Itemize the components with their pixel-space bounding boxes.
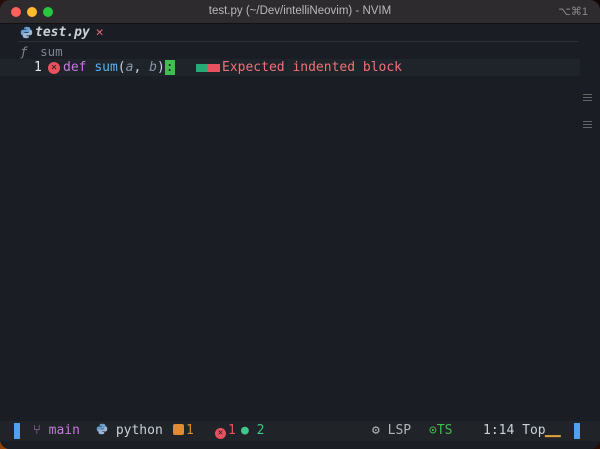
- tab-test-py[interactable]: test.py ✕: [20, 25, 104, 40]
- scroll-mark: [583, 124, 592, 125]
- nvim-window: test.py (~/Dev/intelliNeovim) - NVIM ⌥⌘1…: [0, 0, 600, 449]
- comma: ,: [133, 60, 150, 75]
- window-shortcut: ⌥⌘1: [558, 6, 588, 18]
- cursor: :: [164, 60, 175, 75]
- position-label: 1:14: [483, 423, 515, 438]
- treesitter-label: TS: [436, 423, 453, 438]
- scroll-mark: [583, 127, 592, 128]
- code-line-1[interactable]: 1 ✕ def sum(a, b): Expected indented blo…: [0, 59, 580, 76]
- python-file-icon: [20, 26, 33, 39]
- tab-divider: [18, 41, 578, 42]
- treesitter-icon: ⊙: [429, 423, 437, 438]
- lsp-label: LSP: [387, 423, 412, 438]
- title-bar: test.py (~/Dev/intelliNeovim) - NVIM ⌥⌘1: [0, 0, 600, 24]
- command-line[interactable]: [0, 441, 600, 449]
- close-paren: ): [156, 60, 165, 75]
- diagnostic-message: Expected indented block: [222, 60, 403, 75]
- error-sign-icon: ✕: [48, 62, 60, 74]
- lsp-status[interactable]: ⚙ LSP: [372, 423, 411, 438]
- tab-label: test.py: [35, 25, 90, 40]
- statusline-left-edge: [14, 423, 20, 439]
- warning-icon: [173, 424, 184, 435]
- hint-count-label: 2: [256, 423, 265, 438]
- function-name: sum: [94, 60, 118, 75]
- line-number: 1: [34, 60, 42, 75]
- error-icon: ✕: [215, 428, 226, 439]
- gears-icon: ⚙: [372, 423, 380, 438]
- warning-count-label: 1: [186, 423, 194, 438]
- treesitter-status[interactable]: ⊙TS: [429, 423, 452, 438]
- param-b: b: [149, 60, 157, 75]
- git-branch[interactable]: ⑂ main: [33, 423, 80, 438]
- filetype[interactable]: python: [96, 423, 163, 438]
- python-icon: [96, 423, 108, 435]
- git-branch-icon: ⑂: [33, 423, 41, 438]
- scroll-mark: [583, 121, 592, 122]
- winbar-breadcrumb: ƒ sum: [20, 44, 63, 59]
- cursor-position: 1:14 Top: [483, 423, 546, 438]
- tabline: test.py ✕: [0, 24, 600, 42]
- function-symbol-icon: ƒ: [20, 44, 28, 59]
- scroll-mark: [583, 97, 592, 98]
- statusline-right-edge: [574, 423, 580, 439]
- sign-column: [0, 42, 10, 422]
- filetype-label: python: [115, 423, 163, 438]
- scrollbar[interactable]: [582, 84, 592, 164]
- breadcrumb-symbol[interactable]: sum: [40, 44, 63, 59]
- diagnostic-severity-bar: [196, 64, 220, 72]
- code-text[interactable]: def sum(a, b):: [63, 60, 175, 75]
- error-count[interactable]: ✕ 1: [215, 423, 236, 439]
- keyword-def: def: [63, 60, 87, 75]
- hint-count[interactable]: ● 2: [241, 423, 264, 438]
- tab-close-icon[interactable]: ✕: [96, 25, 104, 40]
- scroll-indicator: ▁▁: [545, 423, 561, 438]
- open-paren: (: [117, 60, 126, 75]
- warning-count[interactable]: 1: [173, 423, 194, 438]
- lightbulb-icon: ●: [241, 423, 249, 438]
- error-count-label: 1: [228, 423, 236, 438]
- window-title: test.py (~/Dev/intelliNeovim) - NVIM: [208, 5, 392, 17]
- scroll-mark: [583, 94, 592, 95]
- scroll-label: Top: [522, 423, 546, 438]
- editor-area[interactable]: test.py ✕ ƒ sum 1 ✕ def sum(a, b): Expec…: [0, 24, 600, 449]
- scroll-mark: [583, 100, 592, 101]
- git-branch-label: main: [48, 423, 80, 438]
- statusline: ⑂ main python 1 ✕ 1 ● 2 ⚙ LSP ⊙TS 1:14 T…: [0, 421, 600, 441]
